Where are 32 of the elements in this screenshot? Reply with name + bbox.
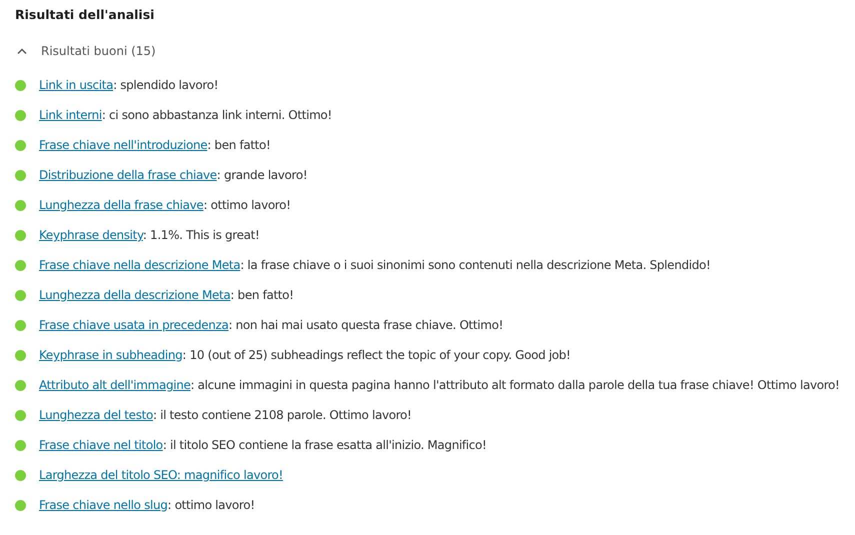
chevron-icon [17,48,27,54]
result-text: Keyphrase density: 1.1%. This is great! [39,228,260,242]
result-link[interactable]: Frase chiave usata in precedenza [39,318,229,332]
result-link[interactable]: Lunghezza del testo [39,408,153,422]
result-text: Link in uscita: splendido lavoro! [39,78,218,92]
result-link[interactable]: Attributo alt dell'immagine [39,378,190,392]
result-text: Link interni: ci sono abbastanza link interni. Ottimo! [39,108,332,122]
result-link[interactable]: Frase chiave nel titolo [39,438,163,452]
result-text: Frase chiave nel titolo: il titolo SEO contiene la frase esatta all'inizio. Magnifico! [39,438,486,452]
result-text: Distribuzione della frase chiave: grande lavoro! [39,168,308,182]
result-link[interactable]: Larghezza del titolo SEO: magnifico lavoro! [39,468,283,482]
result-link[interactable]: Keyphrase density [39,228,143,242]
result-text: Attributo alt dell'immagine: alcune immagini in questa pagina hanno l'attributo alt formato dalla parole della tua frase chiave! Ottimo lavoro! [39,378,840,392]
result-text: Frase chiave usata in precedenza: non hai mai usato questa frase chiave. Ottimo! [39,318,504,332]
result-text: Lunghezza del testo: il testo contiene 2108 parole. Ottimo lavoro! [39,408,412,422]
panel-title: Risultati dell'analisi [15,6,156,24]
result-text: Lunghezza della frase chiave: ottimo lavoro! [39,198,291,212]
result-link[interactable]: Keyphrase in subheading [39,348,182,362]
result-link[interactable]: Lunghezza della frase chiave [39,198,204,212]
result-link[interactable]: Frase chiave nello slug [39,498,168,512]
result-text: Frase chiave nella descrizione Meta: la frase chiave o i suoi sinonimi sono contenuti nella descrizione Meta. Splendido! [39,258,710,272]
result-link[interactable]: Link in uscita [39,78,114,92]
result-text: Frase chiave nello slug: ottimo lavoro! [39,498,255,512]
result-link[interactable]: Lunghezza della descrizione Meta [39,288,230,302]
result-link[interactable]: Link interni [39,108,102,122]
result-text: Lunghezza della descrizione Meta: ben fatto! [39,288,294,302]
result-text: Frase chiave nell'introduzione: ben fatto! [39,138,270,152]
section-toggle[interactable]: Risultati buoni (15) [15,41,156,61]
result-link[interactable]: Frase chiave nella descrizione Meta [39,258,240,272]
result-link[interactable]: Distribuzione della frase chiave [39,168,217,182]
result-text: Keyphrase in subheading: 10 (out of 25) subheadings reflect the topic of your copy. Good job! [39,348,571,362]
result-link[interactable]: Frase chiave nell'introduzione [39,138,208,152]
